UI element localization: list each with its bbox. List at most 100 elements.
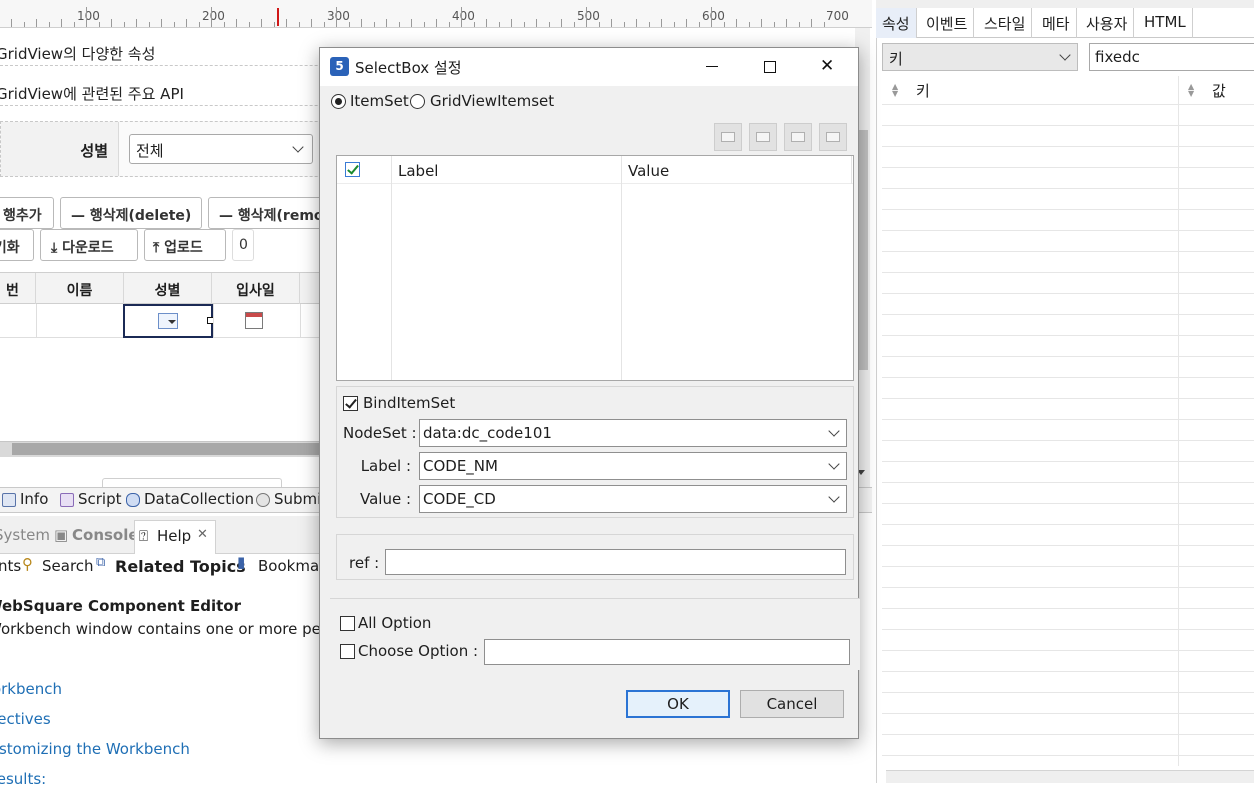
ruler-label: 100 xyxy=(77,9,100,23)
ruler-tick xyxy=(336,7,337,27)
grid-column-header[interactable]: 입사일 xyxy=(212,273,300,304)
download-button[interactable]: ⤓ 다운로드 xyxy=(40,229,138,261)
tab-submission[interactable]: Submission xyxy=(256,490,322,512)
add-item-button[interactable] xyxy=(714,123,742,151)
property-filter-input[interactable]: fixedc xyxy=(1089,43,1254,71)
grid-column-header[interactable]: 성별 xyxy=(124,273,212,304)
ruler-tick xyxy=(423,22,425,27)
close-icon[interactable]: ✕ xyxy=(197,527,208,542)
help-toolbar-item[interactable]: nts xyxy=(0,557,21,575)
help-link[interactable]: Perspectives xyxy=(0,710,51,728)
grid-column-header[interactable]: 이름 xyxy=(36,273,124,304)
remove-row-label: 행삭제(remove) xyxy=(237,208,327,224)
ruler-tick xyxy=(398,22,400,27)
tab-events[interactable]: 이벤트 xyxy=(920,8,975,38)
gridview-itemset-radio[interactable] xyxy=(410,94,425,109)
delete-row-button[interactable]: — 행삭제(delete) xyxy=(60,197,202,229)
property-row xyxy=(882,587,1254,588)
ref-group: ref : xyxy=(336,534,854,580)
move-up-button[interactable] xyxy=(784,123,812,151)
tab-help[interactable]: ⍰ Help ✕ xyxy=(134,520,216,554)
ruler-tick xyxy=(623,22,625,27)
help-heading: WebSquare Component Editor xyxy=(0,597,241,615)
help-link[interactable]: Workbench xyxy=(0,680,62,698)
ok-button[interactable]: OK xyxy=(626,690,730,718)
property-row xyxy=(882,314,1254,315)
label-combo[interactable]: CODE_NM xyxy=(419,452,847,480)
close-button[interactable]: ✕ xyxy=(805,48,851,86)
property-key-header: 키 xyxy=(916,82,930,100)
value-combo[interactable]: CODE_CD xyxy=(419,485,847,513)
delete-row-icon xyxy=(756,132,770,142)
tab-script[interactable]: Script xyxy=(60,490,122,512)
itemset-radio-label: ItemSet xyxy=(350,92,409,110)
all-option-checkbox[interactable] xyxy=(340,616,355,631)
nodeset-combo[interactable]: data:dc_code101 xyxy=(419,419,847,447)
gender-select[interactable]: 전체 xyxy=(129,134,313,164)
itemset-table[interactable]: Label Value xyxy=(336,155,854,381)
tab-script-label: Script xyxy=(78,490,122,508)
ref-input[interactable] xyxy=(385,549,846,575)
property-row xyxy=(882,230,1254,231)
tab-console[interactable]: Console xyxy=(72,526,139,544)
help-search-link[interactable]: Search xyxy=(42,557,94,575)
ruler-tick xyxy=(611,19,612,27)
help-bookmarks-link[interactable]: Bookmarks xyxy=(258,557,322,575)
sort-icon[interactable]: ▲ ▼ xyxy=(892,83,900,98)
add-row-button[interactable]: 행추가 xyxy=(0,197,54,229)
property-value-header: 값 xyxy=(1212,82,1226,100)
property-row xyxy=(882,251,1254,252)
move-down-button[interactable] xyxy=(819,123,847,151)
label-field-label: Label : xyxy=(360,457,411,475)
itemset-radio[interactable] xyxy=(331,94,346,109)
reset-button[interactable]: 초기화 xyxy=(0,229,34,261)
script-icon xyxy=(60,493,74,507)
ruler-tick xyxy=(148,22,150,27)
tab-style[interactable]: 스타일 xyxy=(978,8,1033,38)
choose-option-input[interactable] xyxy=(484,639,850,665)
tab-info[interactable]: Info xyxy=(2,490,48,512)
ruler-tick xyxy=(361,19,362,27)
help-related-topics[interactable]: Related Topics xyxy=(115,557,246,576)
ruler-tick xyxy=(573,22,575,27)
ruler-tick xyxy=(48,22,50,27)
grid-button-row-1: 행추가 — 행삭제(delete) — 행삭제(remove) xyxy=(0,197,328,229)
delete-item-button[interactable] xyxy=(749,123,777,151)
ruler-tick xyxy=(123,22,125,27)
help-link[interactable]: Customizing the Workbench xyxy=(0,740,190,758)
upload-button[interactable]: ⤒ 업로드 xyxy=(144,229,226,261)
tab-datacollection[interactable]: DataCollection xyxy=(126,490,254,512)
select-all-checkbox[interactable] xyxy=(345,162,360,177)
properties-bottom-scrollbar[interactable] xyxy=(886,770,1254,783)
grid-column-header[interactable]: 번 xyxy=(0,273,36,304)
tab-html[interactable]: HTML xyxy=(1138,8,1193,38)
nodeset-value: data:dc_code101 xyxy=(423,424,552,442)
property-row xyxy=(882,608,1254,609)
tab-info-label: Info xyxy=(20,490,49,508)
property-key-select[interactable]: 키 xyxy=(882,43,1078,71)
tab-meta[interactable]: 메타 xyxy=(1036,8,1077,38)
minimize-button[interactable] xyxy=(689,48,735,86)
close-icon: ✕ xyxy=(820,56,835,76)
section-title: GridView의 다양한 속성 xyxy=(0,45,156,63)
cancel-button[interactable]: Cancel xyxy=(740,690,844,718)
minimize-icon xyxy=(706,66,718,67)
dialog-titlebar[interactable]: 5 SelectBox 설정 ✕ xyxy=(320,48,858,86)
sort-icon[interactable]: ▲ ▼ xyxy=(1188,83,1196,98)
table-row[interactable] xyxy=(0,304,320,338)
grid-scrollbar-thumb[interactable] xyxy=(12,443,320,455)
maximize-button[interactable] xyxy=(747,48,793,86)
tab-properties[interactable]: 속성 xyxy=(876,8,917,38)
all-option-label: All Option xyxy=(358,614,432,632)
choose-option-checkbox[interactable] xyxy=(340,644,355,659)
property-row xyxy=(882,356,1254,357)
ruler-tick xyxy=(198,22,200,27)
tab-system[interactable]: System xyxy=(0,526,50,544)
tab-user[interactable]: 사용자 xyxy=(1080,8,1135,38)
help-link[interactable]: Results: xyxy=(0,770,46,788)
chevron-down-icon xyxy=(1059,49,1071,61)
bind-itemset-checkbox[interactable] xyxy=(343,396,358,411)
remove-row-button[interactable]: — 행삭제(remove) xyxy=(208,197,328,229)
bind-itemset-label: BindItemSet xyxy=(363,394,456,412)
download-icon: ⤓ xyxy=(51,240,63,256)
